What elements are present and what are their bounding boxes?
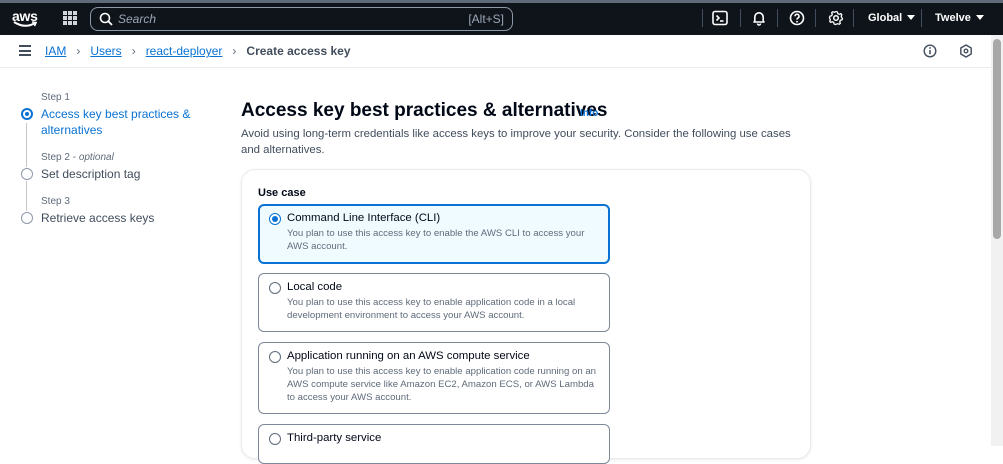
option-description: You plan to use this access key to enabl…: [287, 366, 596, 403]
gear-icon[interactable]: [828, 10, 844, 26]
page-scrollbar[interactable]: [991, 35, 1003, 446]
top-navigation-bar: aws Search [Alt+S] Global Twelve: [0, 0, 1003, 35]
divider: [921, 9, 922, 27]
step-title: Set description tag: [41, 167, 141, 181]
region-selector[interactable]: Global: [868, 12, 916, 24]
use-case-option-aws-compute[interactable]: Application running on an AWS compute se…: [258, 342, 610, 414]
step-title[interactable]: Access key best practices & alternatives: [41, 106, 201, 138]
page-title: Access key best practices & alternatives: [241, 100, 608, 121]
aws-smile-icon: [13, 21, 37, 27]
radio-unselected[interactable]: [269, 433, 281, 445]
aws-logo[interactable]: aws: [12, 8, 40, 28]
use-case-label: Use case: [258, 187, 306, 199]
option-title: Third-party service: [287, 432, 382, 444]
chevron-right-icon: ›: [232, 44, 237, 58]
search-input[interactable]: Search [Alt+S]: [90, 7, 513, 31]
option-title: Application running on an AWS compute se…: [287, 350, 530, 362]
step-active-icon: [21, 108, 33, 120]
help-icon[interactable]: [789, 10, 805, 26]
divider: [815, 9, 816, 27]
use-case-option-local-code[interactable]: Local code You plan to use this access k…: [258, 273, 610, 332]
info-link[interactable]: Info: [580, 108, 598, 119]
page-description: Avoid using long-term credentials like a…: [241, 128, 791, 156]
search-shortcut: [Alt+S]: [468, 12, 504, 26]
option-description: You plan to use this access key to enabl…: [287, 297, 576, 321]
breadcrumb-user[interactable]: react-deployer: [146, 44, 223, 58]
step-inactive-icon: [21, 168, 33, 180]
step-number: Step 3: [41, 196, 70, 207]
caret-down-icon: [907, 15, 916, 20]
breadcrumb-current: Create access key: [246, 44, 351, 58]
menu-icon[interactable]: [19, 45, 31, 56]
divider: [740, 9, 741, 27]
info-icon[interactable]: [923, 44, 937, 58]
region-label: Global: [868, 12, 903, 24]
step-number: Step 2 - optional: [41, 152, 114, 163]
step-number: Step 1: [41, 92, 70, 103]
radio-unselected[interactable]: [269, 351, 281, 363]
divider: [853, 9, 854, 27]
bell-icon[interactable]: [751, 10, 767, 26]
option-title: Local code: [287, 281, 343, 293]
radio-unselected[interactable]: [269, 282, 281, 294]
settings-hexagon-icon[interactable]: [959, 44, 973, 58]
step-connector: [26, 181, 27, 211]
scrollbar-thumb[interactable]: [993, 39, 1001, 239]
step-inactive-icon: [21, 212, 33, 224]
breadcrumb-users[interactable]: Users: [90, 44, 121, 58]
breadcrumb-bar: IAM › Users › react-deployer › Create ac…: [0, 35, 991, 68]
radio-selected[interactable]: [269, 213, 281, 225]
search-icon: [99, 12, 113, 26]
chevron-right-icon: ›: [76, 44, 81, 58]
breadcrumb-iam[interactable]: IAM: [45, 44, 66, 58]
breadcrumb: IAM › Users › react-deployer › Create ac…: [45, 44, 351, 58]
cloudshell-icon[interactable]: [712, 10, 728, 26]
services-grid-icon[interactable]: [63, 11, 77, 25]
divider: [777, 9, 778, 27]
option-title: Command Line Interface (CLI): [287, 212, 441, 224]
option-description: You plan to use this access key to enabl…: [287, 228, 585, 252]
step-title: Retrieve access keys: [41, 211, 155, 225]
chevron-right-icon: ›: [131, 44, 136, 58]
top-edge: [0, 0, 1003, 3]
step-connector: [26, 123, 27, 167]
divider: [702, 9, 703, 27]
caret-down-icon: [975, 15, 984, 20]
account-label: Twelve: [935, 12, 971, 24]
account-menu[interactable]: Twelve: [935, 12, 984, 24]
search-placeholder: Search: [118, 12, 157, 26]
use-case-option-cli[interactable]: Command Line Interface (CLI) You plan to…: [258, 204, 610, 264]
use-case-option-third-party[interactable]: Third-party service: [258, 424, 610, 464]
